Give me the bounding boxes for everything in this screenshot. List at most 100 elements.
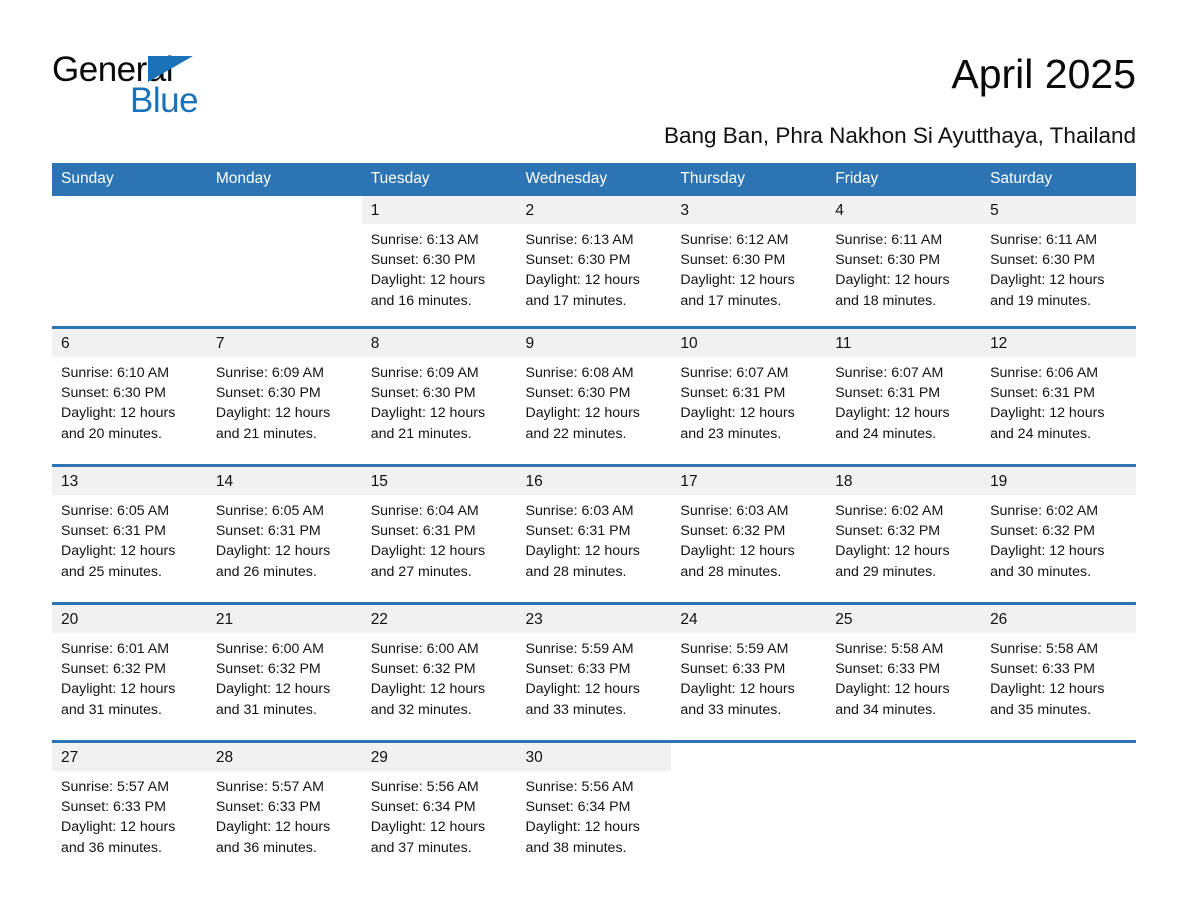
calendar-day-cell[interactable]: 19 Sunrise: 6:02 AM Sunset: 6:32 PM Dayl… (981, 464, 1136, 604)
calendar-day-cell[interactable]: 30 Sunrise: 5:56 AM Sunset: 6:34 PM Dayl… (516, 740, 672, 878)
sunrise-text: Sunrise: 6:11 AM (990, 232, 1098, 248)
calendar-day-cell[interactable]: 27 Sunrise: 5:57 AM Sunset: 6:33 PM Dayl… (52, 740, 207, 878)
calendar-day-cell[interactable] (206, 196, 362, 328)
sunrise-text: Sunrise: 5:58 AM (835, 641, 944, 657)
daylight-text-line1: Daylight: 12 hours (61, 681, 176, 698)
day-cell-empty (206, 196, 362, 326)
daylight-text-line1: Daylight: 12 hours (370, 681, 486, 698)
calendar-day-cell[interactable]: 16 Sunrise: 6:03 AM Sunset: 6:31 PM Dayl… (516, 464, 672, 604)
sunset-text: Sunset: 6:34 PM (370, 799, 476, 816)
calendar-day-cell[interactable]: 20 Sunrise: 6:01 AM Sunset: 6:32 PM Dayl… (52, 602, 207, 742)
calendar-day-cell[interactable]: 3 Sunrise: 6:12 AM Sunset: 6:30 PM Dayli… (671, 196, 827, 328)
sunrise-text: Sunrise: 6:02 AM (990, 503, 1099, 519)
sunset-text: Sunset: 6:33 PM (990, 661, 1095, 678)
calendar-day-cell[interactable] (52, 196, 207, 328)
day-cell: 23 Sunrise: 5:59 AM Sunset: 6:33 PM Dayl… (516, 605, 672, 740)
calendar-day-cell[interactable]: 24 Sunrise: 5:59 AM Sunset: 6:33 PM Dayl… (671, 602, 827, 742)
brand-logo[interactable]: General Blue (52, 44, 212, 118)
daylight-text-line1: Daylight: 12 hours (61, 819, 176, 836)
day-number: 23 (516, 605, 672, 633)
day-number: 9 (516, 329, 672, 357)
calendar-day-cell[interactable]: 28 Sunrise: 5:57 AM Sunset: 6:33 PM Dayl… (206, 740, 362, 878)
daylight-text-line2: and 20 minutes. (61, 425, 162, 442)
daylight-text-line1: Daylight: 12 hours (370, 272, 486, 289)
calendar-day-cell[interactable]: 12 Sunrise: 6:06 AM Sunset: 6:31 PM Dayl… (981, 326, 1136, 466)
calendar-day-cell[interactable]: 8 Sunrise: 6:09 AM Sunset: 6:30 PM Dayli… (361, 326, 517, 466)
day-cell-empty (52, 196, 207, 326)
day-info: Sunrise: 6:06 AM Sunset: 6:31 PM Dayligh… (981, 357, 1136, 444)
calendar-day-cell[interactable]: 13 Sunrise: 6:05 AM Sunset: 6:31 PM Dayl… (52, 464, 207, 604)
daylight-text-line1: Daylight: 12 hours (525, 272, 640, 289)
day-number: 14 (206, 467, 362, 495)
calendar-day-cell[interactable]: 9 Sunrise: 6:08 AM Sunset: 6:30 PM Dayli… (516, 326, 672, 466)
calendar-day-cell[interactable] (671, 740, 827, 878)
calendar-day-cell[interactable]: 7 Sunrise: 6:09 AM Sunset: 6:30 PM Dayli… (206, 326, 362, 466)
sunset-text: Sunset: 6:32 PM (835, 523, 941, 540)
day-number: 13 (52, 467, 207, 495)
day-cell: 2 Sunrise: 6:13 AM Sunset: 6:30 PM Dayli… (516, 196, 672, 326)
day-cell: 29 Sunrise: 5:56 AM Sunset: 6:34 PM Dayl… (361, 743, 517, 878)
sunset-text: Sunset: 6:30 PM (370, 385, 476, 402)
calendar-day-cell[interactable]: 2 Sunrise: 6:13 AM Sunset: 6:30 PM Dayli… (516, 196, 672, 328)
daylight-text-line2: and 25 minutes. (61, 563, 162, 580)
calendar-day-cell[interactable]: 26 Sunrise: 5:58 AM Sunset: 6:33 PM Dayl… (981, 602, 1136, 742)
day-number: 16 (516, 467, 672, 495)
day-cell: 27 Sunrise: 5:57 AM Sunset: 6:33 PM Dayl… (52, 743, 207, 878)
daylight-text-line1: Daylight: 12 hours (215, 819, 331, 836)
sunset-text: Sunset: 6:31 PM (215, 523, 321, 540)
calendar-day-cell[interactable]: 6 Sunrise: 6:10 AM Sunset: 6:30 PM Dayli… (52, 326, 207, 466)
daylight-text-line2: and 36 minutes. (215, 839, 317, 856)
calendar-day-cell[interactable]: 10 Sunrise: 6:07 AM Sunset: 6:31 PM Dayl… (671, 326, 827, 466)
sunrise-text: Sunrise: 6:07 AM (835, 365, 944, 381)
day-cell: 28 Sunrise: 5:57 AM Sunset: 6:33 PM Dayl… (206, 743, 362, 878)
day-number: 5 (981, 196, 1136, 224)
day-info: Sunrise: 5:59 AM Sunset: 6:33 PM Dayligh… (517, 633, 672, 720)
calendar-day-cell[interactable]: 1 Sunrise: 6:13 AM Sunset: 6:30 PM Dayli… (361, 196, 517, 328)
day-cell: 3 Sunrise: 6:12 AM Sunset: 6:30 PM Dayli… (671, 196, 827, 326)
day-cell: 24 Sunrise: 5:59 AM Sunset: 6:33 PM Dayl… (671, 605, 827, 740)
calendar-day-cell[interactable]: 18 Sunrise: 6:02 AM Sunset: 6:32 PM Dayl… (826, 464, 982, 604)
calendar-day-cell[interactable]: 25 Sunrise: 5:58 AM Sunset: 6:33 PM Dayl… (826, 602, 982, 742)
sunrise-text: Sunrise: 5:58 AM (990, 641, 1099, 657)
day-cell: 1 Sunrise: 6:13 AM Sunset: 6:30 PM Dayli… (361, 196, 517, 326)
day-info: Sunrise: 6:05 AM Sunset: 6:31 PM Dayligh… (207, 495, 362, 582)
calendar-day-cell[interactable]: 22 Sunrise: 6:00 AM Sunset: 6:32 PM Dayl… (361, 602, 517, 742)
day-info: Sunrise: 5:56 AM Sunset: 6:34 PM Dayligh… (517, 771, 672, 858)
day-cell-empty (826, 743, 982, 878)
calendar-day-cell[interactable]: 11 Sunrise: 6:07 AM Sunset: 6:31 PM Dayl… (826, 326, 982, 466)
day-cell: 9 Sunrise: 6:08 AM Sunset: 6:30 PM Dayli… (516, 329, 672, 464)
day-number (826, 743, 982, 771)
calendar-week-row: 20 Sunrise: 6:01 AM Sunset: 6:32 PM Dayl… (52, 602, 1136, 742)
sunset-text: Sunset: 6:32 PM (215, 661, 321, 678)
day-cell-empty (671, 743, 827, 878)
calendar-day-cell[interactable]: 15 Sunrise: 6:04 AM Sunset: 6:31 PM Dayl… (361, 464, 517, 604)
sunrise-text: Sunrise: 5:59 AM (525, 641, 634, 657)
calendar-day-cell[interactable]: 29 Sunrise: 5:56 AM Sunset: 6:34 PM Dayl… (361, 740, 517, 878)
day-number: 29 (361, 743, 517, 771)
calendar-day-cell[interactable]: 21 Sunrise: 6:00 AM Sunset: 6:32 PM Dayl… (206, 602, 362, 742)
sunrise-text: Sunrise: 6:09 AM (370, 365, 479, 381)
daylight-text-line2: and 18 minutes. (835, 292, 937, 309)
daylight-text-line2: and 16 minutes. (370, 292, 472, 309)
sunset-text: Sunset: 6:32 PM (370, 661, 476, 678)
sunset-text: Sunset: 6:34 PM (525, 799, 631, 816)
day-number: 26 (981, 605, 1136, 633)
sunrise-text: Sunrise: 6:04 AM (370, 503, 479, 519)
calendar-day-cell[interactable]: 5 Sunrise: 6:11 AM Sunset: 6:30 PM Dayli… (981, 196, 1136, 328)
daylight-text-line2: and 30 minutes. (990, 563, 1092, 580)
calendar-day-cell[interactable]: 17 Sunrise: 6:03 AM Sunset: 6:32 PM Dayl… (671, 464, 827, 604)
day-number: 19 (981, 467, 1136, 495)
daylight-text-line2: and 33 minutes. (525, 701, 627, 718)
calendar-day-cell[interactable] (981, 740, 1136, 878)
calendar-day-cell[interactable] (826, 740, 982, 878)
daylight-text-line1: Daylight: 12 hours (990, 405, 1105, 422)
calendar-day-cell[interactable]: 23 Sunrise: 5:59 AM Sunset: 6:33 PM Dayl… (516, 602, 672, 742)
daylight-text-line2: and 31 minutes. (215, 701, 317, 718)
calendar-day-cell[interactable]: 4 Sunrise: 6:11 AM Sunset: 6:30 PM Dayli… (826, 196, 982, 328)
day-info: Sunrise: 6:01 AM Sunset: 6:32 PM Dayligh… (52, 633, 207, 720)
calendar-day-cell[interactable]: 14 Sunrise: 6:05 AM Sunset: 6:31 PM Dayl… (206, 464, 362, 604)
day-cell: 18 Sunrise: 6:02 AM Sunset: 6:32 PM Dayl… (826, 467, 982, 602)
sunset-text: Sunset: 6:30 PM (525, 252, 631, 269)
daylight-text-line2: and 24 minutes. (835, 425, 937, 442)
daylight-text-line1: Daylight: 12 hours (525, 819, 640, 836)
